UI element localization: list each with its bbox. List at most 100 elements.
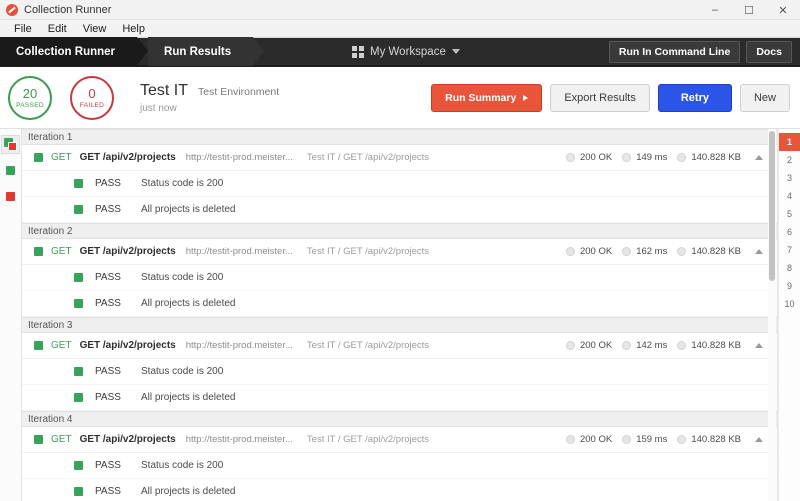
menu-help[interactable]: Help <box>114 20 153 38</box>
filter-all-button[interactable] <box>1 135 20 154</box>
minimize-icon[interactable]: – <box>698 0 732 20</box>
iteration-header[interactable]: Iteration 4 <box>22 411 777 427</box>
response-size: 140.828 KB <box>677 434 741 445</box>
close-icon[interactable]: ✕ <box>766 0 800 20</box>
filter-failed-button[interactable] <box>1 187 20 206</box>
request-url: http://testit-prod.meister... <box>186 340 293 351</box>
request-name: GET /api/v2/projects <box>80 152 176 163</box>
chevron-up-icon[interactable] <box>755 343 763 348</box>
pager-item-9[interactable]: 9 <box>779 277 800 295</box>
export-results-button[interactable]: Export Results <box>550 84 650 112</box>
window-titlebar: Collection Runner – ☐ ✕ <box>0 0 800 20</box>
iteration-header[interactable]: Iteration 3 <box>22 317 777 333</box>
test-status: PASS <box>95 460 141 471</box>
request-status-square-icon <box>34 247 43 256</box>
test-status-square-icon <box>74 367 83 376</box>
pager-item-8[interactable]: 8 <box>779 259 800 277</box>
size-dot-icon <box>677 341 686 350</box>
run-info: Test IT Test Environment just now <box>140 82 279 114</box>
request-method: GET <box>51 434 72 445</box>
iteration-header[interactable]: Iteration 1 <box>22 129 777 145</box>
menu-file[interactable]: File <box>6 20 40 38</box>
response-time-label: 159 ms <box>636 434 667 445</box>
request-method: GET <box>51 152 72 163</box>
test-name: Status code is 200 <box>141 178 223 189</box>
size-dot-icon <box>677 435 686 444</box>
new-button[interactable]: New <box>740 84 790 112</box>
docs-button[interactable]: Docs <box>746 41 792 63</box>
request-status-square-icon <box>34 435 43 444</box>
time-dot-icon <box>622 341 631 350</box>
test-name: Status code is 200 <box>141 366 223 377</box>
request-row[interactable]: GETGET /api/v2/projectshttp://testit-pro… <box>22 145 777 171</box>
test-status-square-icon <box>74 487 83 496</box>
breadcrumb-collection-runner[interactable]: Collection Runner <box>0 37 137 66</box>
maximize-icon[interactable]: ☐ <box>732 0 766 20</box>
pager-item-3[interactable]: 3 <box>779 169 800 187</box>
chevron-up-icon[interactable] <box>755 249 763 254</box>
response-status-label: 200 OK <box>580 434 612 445</box>
test-status: PASS <box>95 486 141 497</box>
test-status-square-icon <box>74 393 83 402</box>
window-controls: – ☐ ✕ <box>698 0 800 20</box>
status-dot-icon <box>566 247 575 256</box>
test-status: PASS <box>95 272 141 283</box>
request-row[interactable]: GETGET /api/v2/projectshttp://testit-pro… <box>22 333 777 359</box>
test-row: PASSAll projects is deleted <box>22 479 777 501</box>
menubar: File Edit View Help <box>0 20 800 38</box>
pager-item-1[interactable]: 1 <box>779 133 800 151</box>
test-name: All projects is deleted <box>141 486 236 497</box>
test-status: PASS <box>95 178 141 189</box>
iteration-header[interactable]: Iteration 2 <box>22 223 777 239</box>
size-dot-icon <box>677 153 686 162</box>
breadcrumb-run-results[interactable]: Run Results <box>148 37 253 66</box>
test-status: PASS <box>95 366 141 377</box>
results-scrollbar-thumb[interactable] <box>769 131 775 281</box>
chevron-up-icon[interactable] <box>755 155 763 160</box>
pager-item-2[interactable]: 2 <box>779 151 800 169</box>
response-status: 200 OK <box>566 152 612 163</box>
response-status: 200 OK <box>566 340 612 351</box>
pager-item-4[interactable]: 4 <box>779 187 800 205</box>
response-time: 162 ms <box>622 246 667 257</box>
fail-square-icon <box>6 192 15 201</box>
pager-item-5[interactable]: 5 <box>779 205 800 223</box>
request-name: GET /api/v2/projects <box>80 246 176 257</box>
pager-item-10[interactable]: 10 <box>779 295 800 313</box>
results-body: Iteration 1GETGET /api/v2/projectshttp:/… <box>0 129 800 501</box>
run-summary-label: Run Summary <box>445 92 516 104</box>
failed-label: FAILED <box>80 102 104 109</box>
failed-count: 0 <box>88 87 95 100</box>
run-in-command-line-button[interactable]: Run In Command Line <box>609 41 740 63</box>
test-status: PASS <box>95 298 141 309</box>
test-row: PASSAll projects is deleted <box>22 197 777 223</box>
chevron-up-icon[interactable] <box>755 437 763 442</box>
window-title: Collection Runner <box>24 4 111 16</box>
request-name: GET /api/v2/projects <box>80 340 176 351</box>
menu-view[interactable]: View <box>75 20 115 38</box>
iterations-list[interactable]: Iteration 1GETGET /api/v2/projectshttp:/… <box>22 129 778 501</box>
test-row: PASSStatus code is 200 <box>22 171 777 197</box>
request-row[interactable]: GETGET /api/v2/projectshttp://testit-pro… <box>22 239 777 265</box>
pager-item-6[interactable]: 6 <box>779 223 800 241</box>
test-status-square-icon <box>74 461 83 470</box>
response-size-label: 140.828 KB <box>691 246 741 257</box>
workspace-label: My Workspace <box>370 46 446 58</box>
run-summary-button[interactable]: Run Summary <box>431 84 542 112</box>
workspace-selector[interactable]: My Workspace <box>352 46 460 58</box>
request-meta: 200 OK149 ms140.828 KB <box>566 152 763 163</box>
request-method: GET <box>51 246 72 257</box>
filter-passed-button[interactable] <box>1 161 20 180</box>
request-row[interactable]: GETGET /api/v2/projectshttp://testit-pro… <box>22 427 777 453</box>
size-dot-icon <box>677 247 686 256</box>
response-status-label: 200 OK <box>580 340 612 351</box>
arrow-right-icon <box>523 95 528 101</box>
filter-rail <box>0 129 22 501</box>
retry-button[interactable]: Retry <box>658 84 732 112</box>
iteration-pager[interactable]: 12345678910 <box>778 129 800 501</box>
pager-item-7[interactable]: 7 <box>779 241 800 259</box>
environment-label: Test Environment <box>198 86 279 98</box>
response-status: 200 OK <box>566 246 612 257</box>
menu-edit[interactable]: Edit <box>40 20 75 38</box>
results-scrollbar[interactable] <box>768 129 776 501</box>
